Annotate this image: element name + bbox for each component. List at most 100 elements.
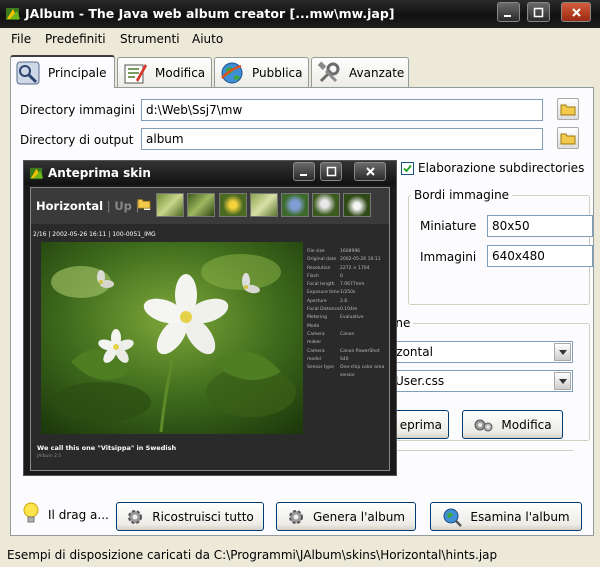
- preview-photo: [41, 242, 303, 434]
- thumbs-label: Miniature: [420, 219, 477, 233]
- metadata-key: File size: [307, 249, 325, 254]
- gear-icon: [128, 509, 143, 524]
- minimize-icon: [504, 14, 511, 17]
- metadata-row: Focal length 7.0677mm: [307, 281, 387, 289]
- title-bar[interactable]: JAlbum - The Java web album creator [...…: [0, 0, 600, 28]
- edit-skin-button-label: Modifica: [501, 417, 552, 432]
- thumbnail[interactable]: [312, 193, 340, 217]
- subdir-checkbox[interactable]: [401, 162, 414, 175]
- chevron-down-icon: [558, 378, 567, 384]
- nav-up-link[interactable]: Up: [114, 199, 132, 213]
- metadata-key: Metering Mode: [307, 315, 327, 329]
- folder-icon: [560, 104, 576, 116]
- checkmark-icon: [403, 164, 412, 173]
- preview-navbar: Horizontal | Up | 2: [31, 188, 389, 224]
- image-dir-input[interactable]: d:\Web\Ssj7\mw: [141, 99, 543, 121]
- skin-dropdown-button[interactable]: [554, 343, 571, 361]
- metadata-value: 1608996: [340, 249, 361, 254]
- jalbum-logo-icon: [6, 8, 20, 20]
- metadata-key: Flash: [307, 273, 319, 279]
- chevron-down-icon: [558, 349, 567, 355]
- metadata-value: 2.8: [340, 298, 348, 304]
- tab-principale-label: Principale: [48, 65, 107, 80]
- style-select[interactable]: kUser.css: [383, 370, 573, 392]
- metadata-key: Focal Distance: [307, 307, 340, 313]
- output-dir-browse-button[interactable]: [557, 127, 579, 149]
- rebuild-all-button[interactable]: Ricostruisci tutto: [116, 502, 264, 531]
- close-icon: [571, 7, 581, 17]
- edit-icon: [124, 63, 147, 83]
- close-button[interactable]: [561, 2, 591, 22]
- lightbulb-icon: [23, 502, 39, 523]
- preview-nav: Horizontal | Up | 2: [36, 199, 151, 213]
- nav-skin-name: Horizontal: [36, 199, 104, 213]
- jalbum-logo-icon: [29, 167, 44, 180]
- tab-principale[interactable]: Principale: [10, 55, 115, 88]
- window-title: JAlbum - The Java web album creator [...…: [25, 6, 395, 21]
- menu-predefiniti[interactable]: Predefiniti: [45, 32, 106, 46]
- metadata-value: 1/250s: [340, 290, 356, 296]
- preview-close-button[interactable]: [354, 162, 386, 181]
- metadata-key: Camera model: [307, 348, 325, 362]
- tab-pubblica-label: Pubblica: [252, 65, 303, 80]
- metadata-key: Exposure time: [307, 290, 340, 296]
- preview-maximize-button[interactable]: [320, 162, 342, 181]
- images-label: Immagini: [420, 250, 477, 264]
- thumbnail[interactable]: [281, 193, 309, 217]
- menu-aiuto[interactable]: Aiuto: [192, 32, 223, 46]
- thumbnail[interactable]: [156, 193, 184, 217]
- tools-icon: [317, 60, 340, 82]
- metadata-value: One-chip color area sensor: [340, 365, 385, 379]
- metadata-value: Evaluative: [340, 315, 364, 321]
- metadata-row: Exposure time 1/250s: [307, 289, 387, 297]
- subdir-label: Elaborazione subdirectories: [418, 161, 585, 175]
- make-album-label: Genera l'album: [312, 509, 405, 524]
- globe-icon: [221, 62, 243, 83]
- edit-skin-button[interactable]: Modifica: [462, 410, 563, 439]
- metadata-row: Flash 0: [307, 273, 387, 281]
- browse-album-button[interactable]: Esamina l'album: [430, 502, 582, 531]
- menu-file[interactable]: File: [11, 32, 31, 46]
- make-album-button[interactable]: Genera l'album: [276, 502, 416, 531]
- preview-title-bar[interactable]: Anteprima skin: [24, 161, 396, 185]
- metadata-key: Sensor type: [307, 365, 334, 371]
- minimize-button[interactable]: [497, 2, 520, 22]
- folder-icon: [137, 199, 151, 209]
- output-dir-input[interactable]: album: [141, 128, 543, 150]
- tab-pubblica[interactable]: Pubblica: [214, 57, 309, 87]
- tab-avanzate-label: Avanzate: [349, 65, 405, 80]
- thumbnail[interactable]: [219, 193, 247, 217]
- globe-magnifier-icon: [443, 508, 463, 527]
- maximize-button[interactable]: [527, 2, 550, 22]
- metadata-row: Sensor type One-chip color area sensor: [307, 364, 387, 381]
- skin-credit: JAlbum 2.5: [37, 454, 62, 459]
- metadata-row: Metering Mode Evaluative: [307, 314, 387, 331]
- preview-content: Horizontal | Up | 2 2/16 | 2002-05-26 16…: [30, 187, 390, 471]
- images-size-input[interactable]: 640x480: [487, 245, 593, 267]
- skin-preview-window[interactable]: Anteprima skin Horizontal | Up | 2/16 | …: [23, 160, 397, 476]
- metadata-row: Aperture 2.8: [307, 298, 387, 306]
- output-dir-label: Directory di output: [20, 133, 134, 147]
- tab-modifica[interactable]: Modifica: [117, 57, 212, 87]
- tab-avanzate[interactable]: Avanzate: [311, 57, 409, 87]
- skin-select[interactable]: rizontal: [383, 341, 573, 363]
- metadata-value: 7.0677mm: [340, 282, 365, 288]
- metadata-row: Resolution 2272 × 1704: [307, 265, 387, 273]
- thumbnail[interactable]: [343, 193, 371, 217]
- preview-minimize-button[interactable]: [293, 162, 315, 181]
- image-dir-browse-button[interactable]: [557, 98, 579, 120]
- rebuild-all-label: Ricostruisci tutto: [152, 509, 254, 524]
- menu-strumenti[interactable]: Strumenti: [120, 32, 180, 46]
- maximize-icon: [533, 7, 544, 17]
- folder-icon: [560, 133, 576, 145]
- gears-icon: [474, 419, 493, 431]
- image-info: 2/16 | 2002-05-26 16:11 | 100-0051_IMG: [33, 231, 156, 238]
- photo-caption: We call this one "Vitsippa" in Swedish: [37, 444, 177, 452]
- image-dir-label: Directory immagini: [20, 103, 136, 117]
- separator: [397, 450, 573, 451]
- metadata-key: Camera maker: [307, 331, 325, 346]
- thumbnail[interactable]: [187, 193, 215, 217]
- thumbs-size-input[interactable]: 80x50: [487, 215, 593, 237]
- style-dropdown-button[interactable]: [554, 372, 571, 390]
- thumbnail[interactable]: [250, 193, 278, 217]
